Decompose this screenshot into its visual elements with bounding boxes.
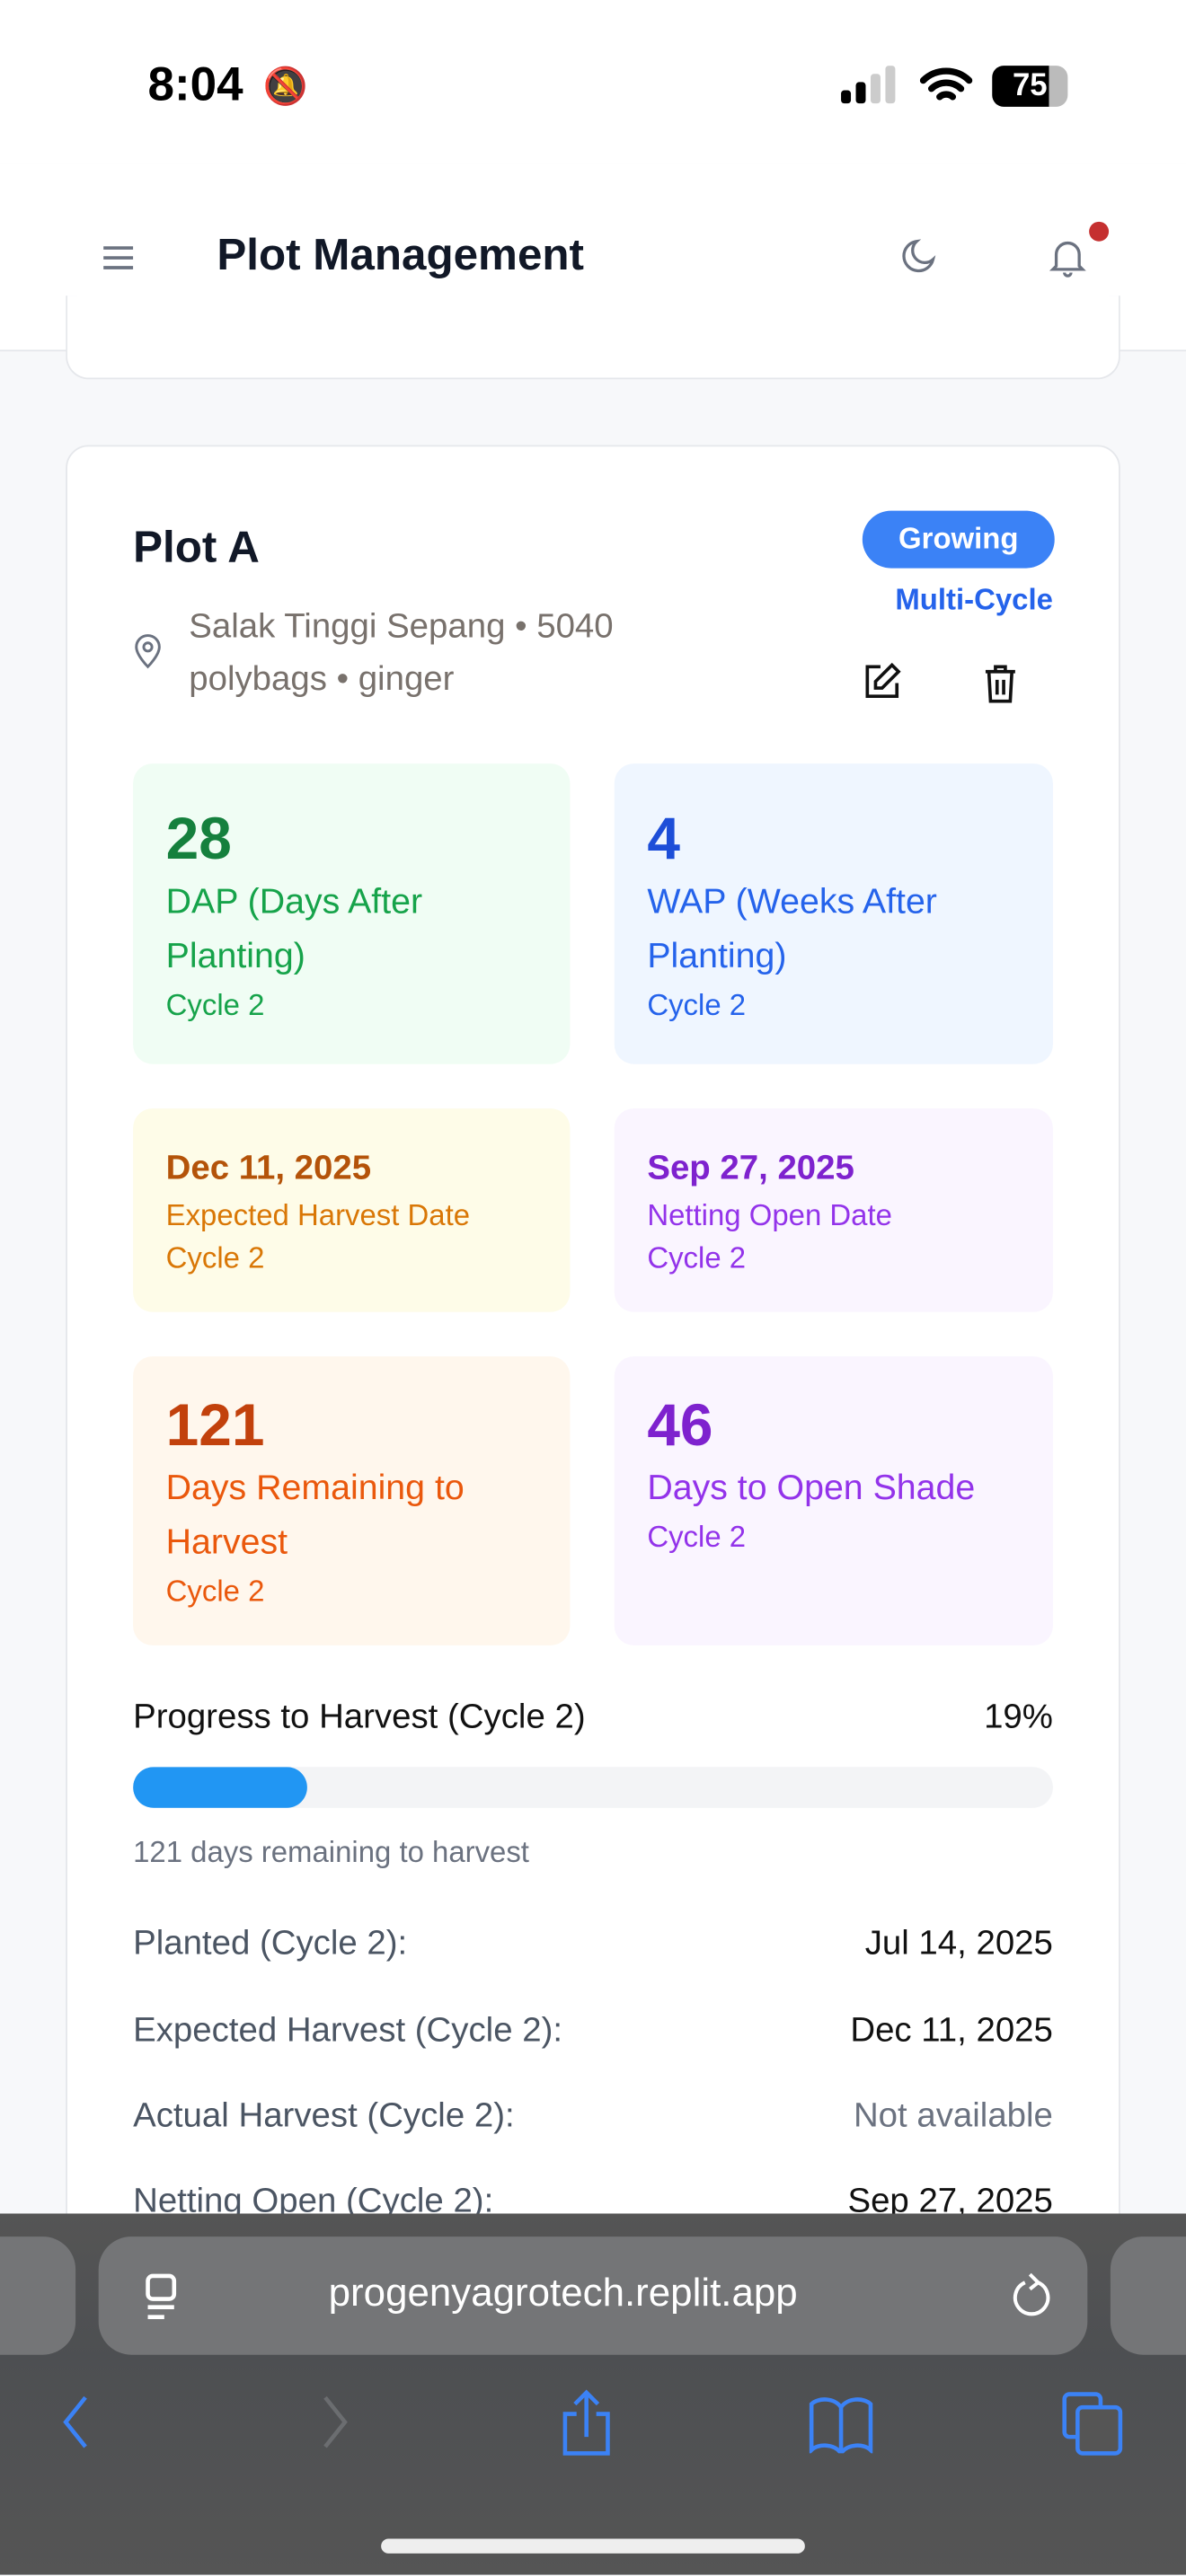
signal-icon bbox=[841, 66, 896, 104]
detail-label: Expected Harvest (Cycle 2): bbox=[133, 2011, 563, 2050]
detail-row-actual-harvest: Actual Harvest (Cycle 2): Not available bbox=[133, 2097, 1053, 2137]
browser-toolbar: progenyagrotech.replit.app bbox=[0, 2213, 1186, 2575]
dap-tile: 28 DAP (Days After Planting) Cycle 2 bbox=[133, 763, 571, 1064]
wifi-icon bbox=[919, 67, 973, 101]
back-icon[interactable] bbox=[59, 2395, 93, 2450]
progress-header: Progress to Harvest (Cycle 2) 19% bbox=[133, 1698, 1053, 1737]
dap-value: 28 bbox=[165, 804, 232, 872]
status-bar: 8:04 🔕 75 bbox=[0, 0, 1186, 164]
netting-open-tile: Sep 27, 2025 Netting Open Date Cycle 2 bbox=[614, 1108, 1053, 1312]
detail-label: Actual Harvest (Cycle 2): bbox=[133, 2096, 515, 2135]
dap-cycle: Cycle 2 bbox=[165, 988, 265, 1022]
progress-bar bbox=[133, 1767, 1053, 1808]
edit-icon[interactable] bbox=[863, 662, 902, 701]
plot-name: Plot A bbox=[133, 522, 260, 572]
dap-label-cont: Planting) bbox=[165, 936, 305, 975]
previous-plot-card bbox=[66, 296, 1120, 380]
expected-harvest-cycle: Cycle 2 bbox=[165, 1241, 265, 1275]
status-badge: Growing bbox=[862, 510, 1055, 569]
netting-open-cycle: Cycle 2 bbox=[647, 1241, 747, 1275]
reload-icon[interactable] bbox=[1009, 2272, 1052, 2322]
days-to-shade-cycle: Cycle 2 bbox=[647, 1520, 747, 1554]
share-icon[interactable] bbox=[559, 2387, 615, 2457]
details-line: polybags • ginger bbox=[189, 659, 455, 699]
battery-level: 75 bbox=[1012, 68, 1048, 104]
wap-label-cont: Planting) bbox=[647, 936, 787, 975]
detail-value: Dec 11, 2025 bbox=[850, 2011, 1053, 2050]
days-remaining-value: 121 bbox=[165, 1390, 265, 1459]
expected-harvest-tile: Dec 11, 2025 Expected Harvest Date Cycle… bbox=[133, 1108, 571, 1312]
days-to-shade-value: 46 bbox=[647, 1390, 713, 1459]
next-tab-pill[interactable] bbox=[1110, 2236, 1186, 2355]
progress-percent: 19% bbox=[984, 1698, 1053, 1736]
trash-icon[interactable] bbox=[982, 662, 1018, 705]
screen: 8:04 🔕 75 Plot Management Plot A Growing… bbox=[0, 0, 1186, 2575]
menu-icon[interactable] bbox=[102, 244, 135, 270]
home-indicator bbox=[381, 2538, 805, 2554]
bookmarks-icon[interactable] bbox=[808, 2395, 873, 2454]
days-remaining-tile: 121 Days Remaining to Harvest Cycle 2 bbox=[133, 1356, 571, 1645]
forward-icon[interactable] bbox=[319, 2395, 352, 2450]
detail-label: Planted (Cycle 2): bbox=[133, 1924, 408, 1963]
wap-value: 4 bbox=[647, 804, 680, 872]
progress-label: Progress to Harvest (Cycle 2) bbox=[133, 1698, 586, 1736]
clock: 8:04 bbox=[147, 58, 243, 112]
dap-label: DAP (Days After bbox=[165, 881, 423, 922]
silent-bell-icon: 🔕 bbox=[262, 66, 308, 107]
detail-row-planted: Planted (Cycle 2): Jul 14, 2025 bbox=[133, 1925, 1053, 1964]
progress-caption: 121 days remaining to harvest bbox=[133, 1835, 529, 1869]
bell-icon[interactable] bbox=[1048, 236, 1087, 279]
expected-harvest-value: Dec 11, 2025 bbox=[165, 1149, 372, 1187]
previous-tab-pill[interactable] bbox=[0, 2236, 76, 2355]
moon-icon[interactable] bbox=[897, 238, 936, 278]
address-bar[interactable]: progenyagrotech.replit.app bbox=[98, 2236, 1088, 2355]
detail-row-expected-harvest: Expected Harvest (Cycle 2): Dec 11, 2025 bbox=[133, 2012, 1053, 2051]
days-to-shade-tile: 46 Days to Open Shade Cycle 2 bbox=[614, 1356, 1053, 1645]
detail-value: Jul 14, 2025 bbox=[864, 1924, 1053, 1963]
url-text: progenyagrotech.replit.app bbox=[328, 2271, 798, 2316]
location-pin-icon bbox=[135, 634, 161, 669]
tabs-icon[interactable] bbox=[1061, 2391, 1127, 2457]
days-remaining-cycle: Cycle 2 bbox=[165, 1575, 265, 1608]
plot-location: Salak Tinggi Sepang • 5040 polybags • gi… bbox=[189, 601, 714, 706]
battery-icon: 75 bbox=[992, 66, 1068, 107]
cycle-type-label: Multi-Cycle bbox=[895, 583, 1053, 616]
page-menu-icon[interactable] bbox=[145, 2272, 181, 2322]
days-to-shade-label: Days to Open Shade bbox=[647, 1468, 976, 1508]
page-title: Plot Management bbox=[217, 229, 584, 279]
detail-value: Not available bbox=[853, 2096, 1053, 2135]
days-remaining-label-cont: Harvest bbox=[165, 1522, 288, 1562]
wap-tile: 4 WAP (Weeks After Planting) Cycle 2 bbox=[614, 763, 1053, 1064]
location-line: Salak Tinggi Sepang • 5040 bbox=[189, 607, 614, 646]
wap-label: WAP (Weeks After bbox=[647, 881, 937, 922]
expected-harvest-label: Expected Harvest Date bbox=[165, 1198, 471, 1232]
days-remaining-label: Days Remaining to bbox=[165, 1468, 465, 1508]
progress-fill bbox=[133, 1767, 308, 1808]
netting-open-value: Sep 27, 2025 bbox=[647, 1149, 854, 1187]
wap-cycle: Cycle 2 bbox=[647, 988, 747, 1022]
notification-dot bbox=[1089, 221, 1110, 242]
netting-open-label: Netting Open Date bbox=[647, 1198, 892, 1232]
